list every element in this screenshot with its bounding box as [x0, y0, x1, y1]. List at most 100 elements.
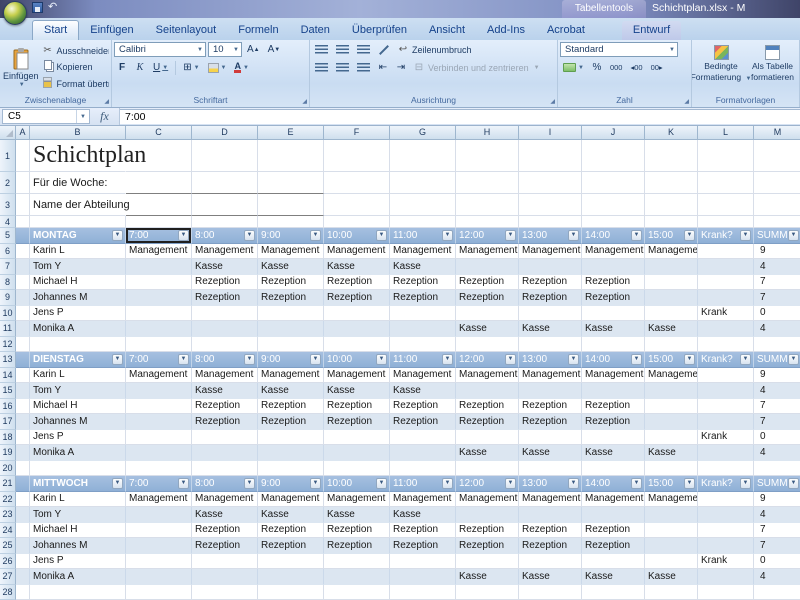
row-header-28[interactable]: 28 — [0, 585, 16, 600]
cell-C[interactable] — [126, 585, 192, 600]
summe-header[interactable]: SUMME▼ — [754, 352, 800, 368]
time-header-13:00[interactable]: 13:00▼ — [519, 476, 582, 492]
orientation-button[interactable] — [375, 42, 393, 57]
column-header-C[interactable]: C — [126, 126, 192, 140]
cell-J[interactable] — [582, 140, 645, 172]
employee-name-cell[interactable]: Johannes M — [30, 414, 126, 430]
filter-button[interactable]: ▼ — [442, 230, 453, 241]
krank-header[interactable]: Krank?▼ — [698, 476, 754, 492]
cell-I[interactable] — [519, 337, 582, 353]
summe-cell[interactable]: 9 — [754, 492, 800, 508]
wrap-text-button[interactable]: ↩Zeilenumbruch — [395, 43, 474, 56]
shift-cell[interactable] — [126, 430, 192, 446]
cell-M[interactable] — [754, 172, 800, 194]
krank-cell[interactable] — [698, 244, 754, 260]
tab-acrobat[interactable]: Acrobat — [536, 21, 596, 40]
insert-function-button[interactable]: fx — [90, 108, 120, 125]
time-header-13:00[interactable]: 13:00▼ — [519, 228, 582, 244]
shift-cell[interactable] — [456, 554, 519, 570]
shift-cell[interactable] — [324, 445, 390, 461]
shift-cell[interactable] — [456, 383, 519, 399]
shift-cell[interactable]: Rezeption — [192, 414, 258, 430]
cell-A[interactable] — [16, 352, 30, 368]
shift-cell[interactable] — [126, 414, 192, 430]
shift-cell[interactable] — [324, 430, 390, 446]
shift-cell[interactable] — [456, 507, 519, 523]
cell-E[interactable] — [258, 461, 324, 477]
shift-cell[interactable] — [126, 259, 192, 275]
shift-cell[interactable]: Kasse — [456, 321, 519, 337]
shrink-font-button[interactable]: A▼ — [265, 42, 284, 57]
filter-button[interactable]: ▼ — [442, 478, 453, 489]
shift-cell[interactable] — [519, 259, 582, 275]
cell-A[interactable] — [16, 476, 30, 492]
shift-cell[interactable]: Management — [192, 244, 258, 260]
time-header-12:00[interactable]: 12:00▼ — [456, 476, 519, 492]
cell-A[interactable] — [16, 430, 30, 446]
shift-cell[interactable]: Management — [390, 244, 456, 260]
shift-cell[interactable]: Management — [192, 492, 258, 508]
shift-cell[interactable] — [192, 321, 258, 337]
cell-C[interactable] — [126, 461, 192, 477]
cut-button[interactable]: ✂Ausschneiden — [40, 44, 109, 57]
cell-A[interactable] — [16, 585, 30, 600]
summe-cell[interactable]: 7 — [754, 399, 800, 415]
grow-font-button[interactable]: A▲ — [244, 42, 263, 57]
shift-cell[interactable] — [390, 554, 456, 570]
shift-cell[interactable]: Rezeption — [324, 414, 390, 430]
filter-button[interactable]: ▼ — [442, 354, 453, 365]
shift-cell[interactable] — [126, 554, 192, 570]
align-center-button[interactable] — [333, 60, 352, 75]
shift-cell[interactable]: Management — [390, 492, 456, 508]
summe-cell[interactable]: 4 — [754, 507, 800, 523]
cell-M[interactable] — [754, 140, 800, 172]
conditional-formatting-button[interactable]: Bedingte Formatierung ▼ — [694, 42, 748, 94]
filter-button[interactable]: ▼ — [505, 478, 516, 489]
shift-cell[interactable]: Kasse — [390, 383, 456, 399]
shift-cell[interactable]: Rezeption — [456, 523, 519, 539]
department-label-cell[interactable]: Name der Abteilung — [30, 194, 126, 216]
shift-cell[interactable]: Rezeption — [582, 538, 645, 554]
shift-cell[interactable] — [192, 554, 258, 570]
shift-cell[interactable]: Rezeption — [390, 290, 456, 306]
summe-cell[interactable]: 4 — [754, 445, 800, 461]
cell-A[interactable] — [16, 554, 30, 570]
time-header-7:00[interactable]: 7:00▼ — [126, 228, 192, 244]
employee-name-cell[interactable]: Tom Y — [30, 383, 126, 399]
row-header-11[interactable]: 11 — [0, 321, 16, 337]
shift-cell[interactable]: Management — [456, 368, 519, 384]
shift-cell[interactable] — [519, 507, 582, 523]
shift-cell[interactable] — [645, 290, 698, 306]
cell-B[interactable] — [30, 585, 126, 600]
dialog-launcher-icon[interactable]: ◢ — [684, 98, 689, 105]
tab-entwurf[interactable]: Entwurf — [622, 21, 681, 40]
shift-cell[interactable]: Kasse — [456, 445, 519, 461]
summe-cell[interactable]: 7 — [754, 538, 800, 554]
shift-cell[interactable]: Kasse — [258, 383, 324, 399]
filter-button[interactable]: ▼ — [740, 354, 751, 365]
day-header-montag[interactable]: MONTAG▼ — [30, 228, 126, 244]
shift-cell[interactable]: Kasse — [192, 259, 258, 275]
cell-L[interactable] — [698, 216, 754, 228]
cell-A[interactable] — [16, 140, 30, 172]
shift-cell[interactable]: Management — [645, 368, 698, 384]
summe-cell[interactable]: 9 — [754, 368, 800, 384]
comma-style-button[interactable]: 000 — [607, 60, 626, 75]
shift-cell[interactable]: Rezeption — [582, 523, 645, 539]
shift-cell[interactable] — [456, 259, 519, 275]
save-icon[interactable] — [32, 2, 43, 13]
filter-button[interactable]: ▼ — [740, 230, 751, 241]
time-header-13:00[interactable]: 13:00▼ — [519, 352, 582, 368]
shift-cell[interactable]: Management — [324, 492, 390, 508]
time-header-14:00[interactable]: 14:00▼ — [582, 352, 645, 368]
shift-cell[interactable]: Management — [126, 244, 192, 260]
krank-cell[interactable] — [698, 399, 754, 415]
cell-G[interactable] — [390, 337, 456, 353]
formula-input[interactable]: 7:00 — [120, 109, 800, 124]
cell-A[interactable] — [16, 321, 30, 337]
filter-button[interactable]: ▼ — [788, 354, 799, 365]
shift-cell[interactable] — [390, 306, 456, 322]
employee-name-cell[interactable]: Johannes M — [30, 538, 126, 554]
cell-H[interactable] — [456, 461, 519, 477]
shift-cell[interactable]: Rezeption — [192, 275, 258, 291]
